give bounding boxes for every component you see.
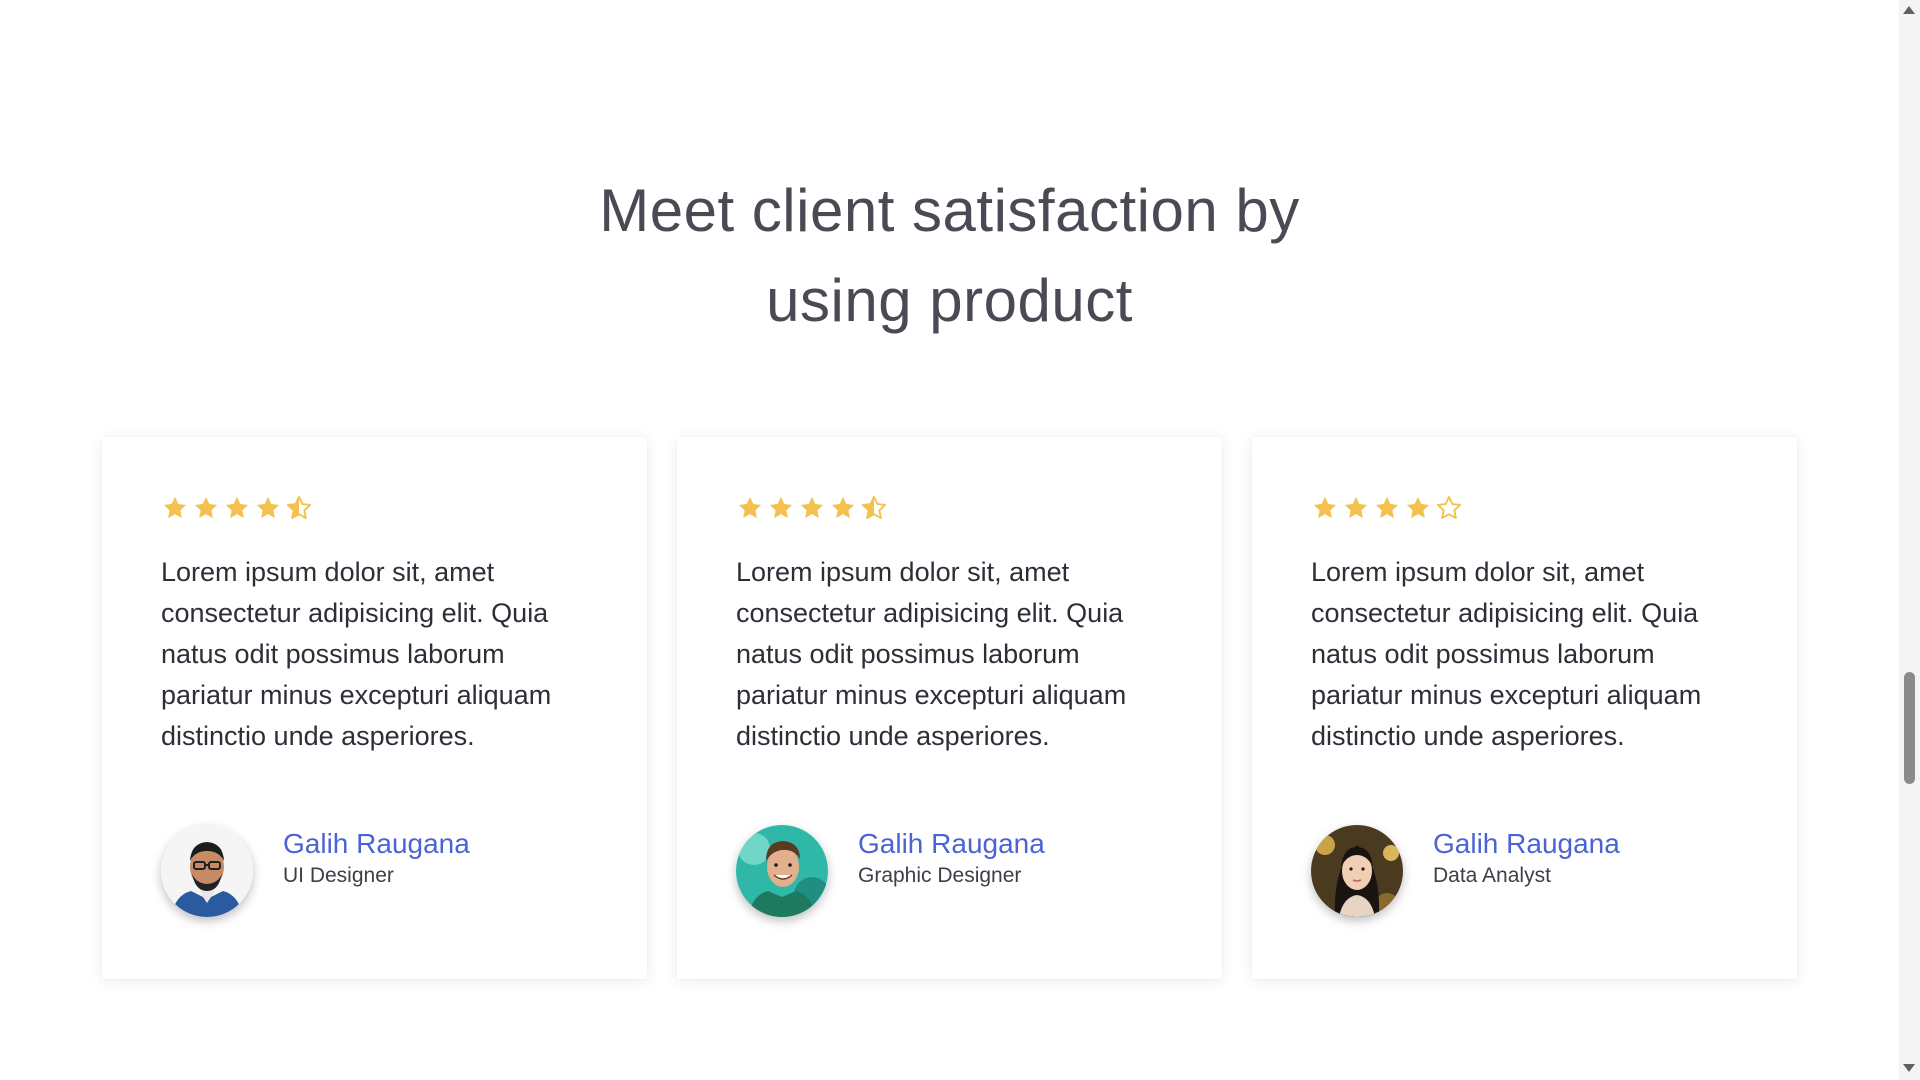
author-name[interactable]: Galih Raugana [1433,827,1620,861]
testimonial-card: Lorem ipsum dolor sit, amet consectetur … [102,437,647,979]
star-full-icon [800,496,824,519]
rating-stars [1311,494,1463,524]
author-role: UI Designer [283,864,394,887]
avatar-man-glasses [161,825,253,917]
author-role: Graphic Designer [858,864,1022,887]
testimonial-card: Lorem ipsum dolor sit, amet consectetur … [1252,437,1797,979]
testimonial-quote: Lorem ipsum dolor sit, amet consectetur … [161,557,552,751]
scrollbar-thumb[interactable] [1904,672,1915,784]
avatar-woman [1311,825,1403,917]
section-title: Meet client satisfaction by using produc… [0,166,1899,346]
scroll-up-arrow-icon[interactable] [1903,6,1915,14]
star-full-icon [769,496,793,519]
rating-stars [161,494,313,524]
section-title-line1: Meet client satisfaction by [599,177,1300,244]
star-full-icon [831,496,855,519]
star-full-icon [194,496,218,519]
testimonial-quote: Lorem ipsum dolor sit, amet consectetur … [1311,557,1702,751]
page: Meet client satisfaction by using produc… [0,0,1899,1080]
star-full-icon [1313,496,1337,519]
avatar [1311,825,1403,917]
star-full-icon [738,496,762,519]
star-full-icon [256,496,280,519]
star-full-icon [163,496,187,519]
star-empty-icon [1436,495,1462,519]
avatar-man-smiling [736,825,828,917]
author-role: Data Analyst [1433,864,1551,887]
testimonial-quote: Lorem ipsum dolor sit, amet consectetur … [736,557,1127,751]
star-full-icon [1406,496,1430,519]
scroll-down-arrow-icon[interactable] [1903,1064,1915,1072]
star-full-icon [225,496,249,519]
star-half-icon [861,495,887,519]
avatar [736,825,828,917]
star-full-icon [1344,496,1368,519]
rating-stars [736,494,888,524]
star-full-icon [1375,496,1399,519]
author-name[interactable]: Galih Raugana [283,827,470,861]
testimonial-card: Lorem ipsum dolor sit, amet consectetur … [677,437,1222,979]
avatar [161,825,253,917]
vertical-scrollbar[interactable] [1899,0,1920,1080]
section-title-line2: using product [766,267,1133,334]
star-half-icon [286,495,312,519]
author-name[interactable]: Galih Raugana [858,827,1045,861]
